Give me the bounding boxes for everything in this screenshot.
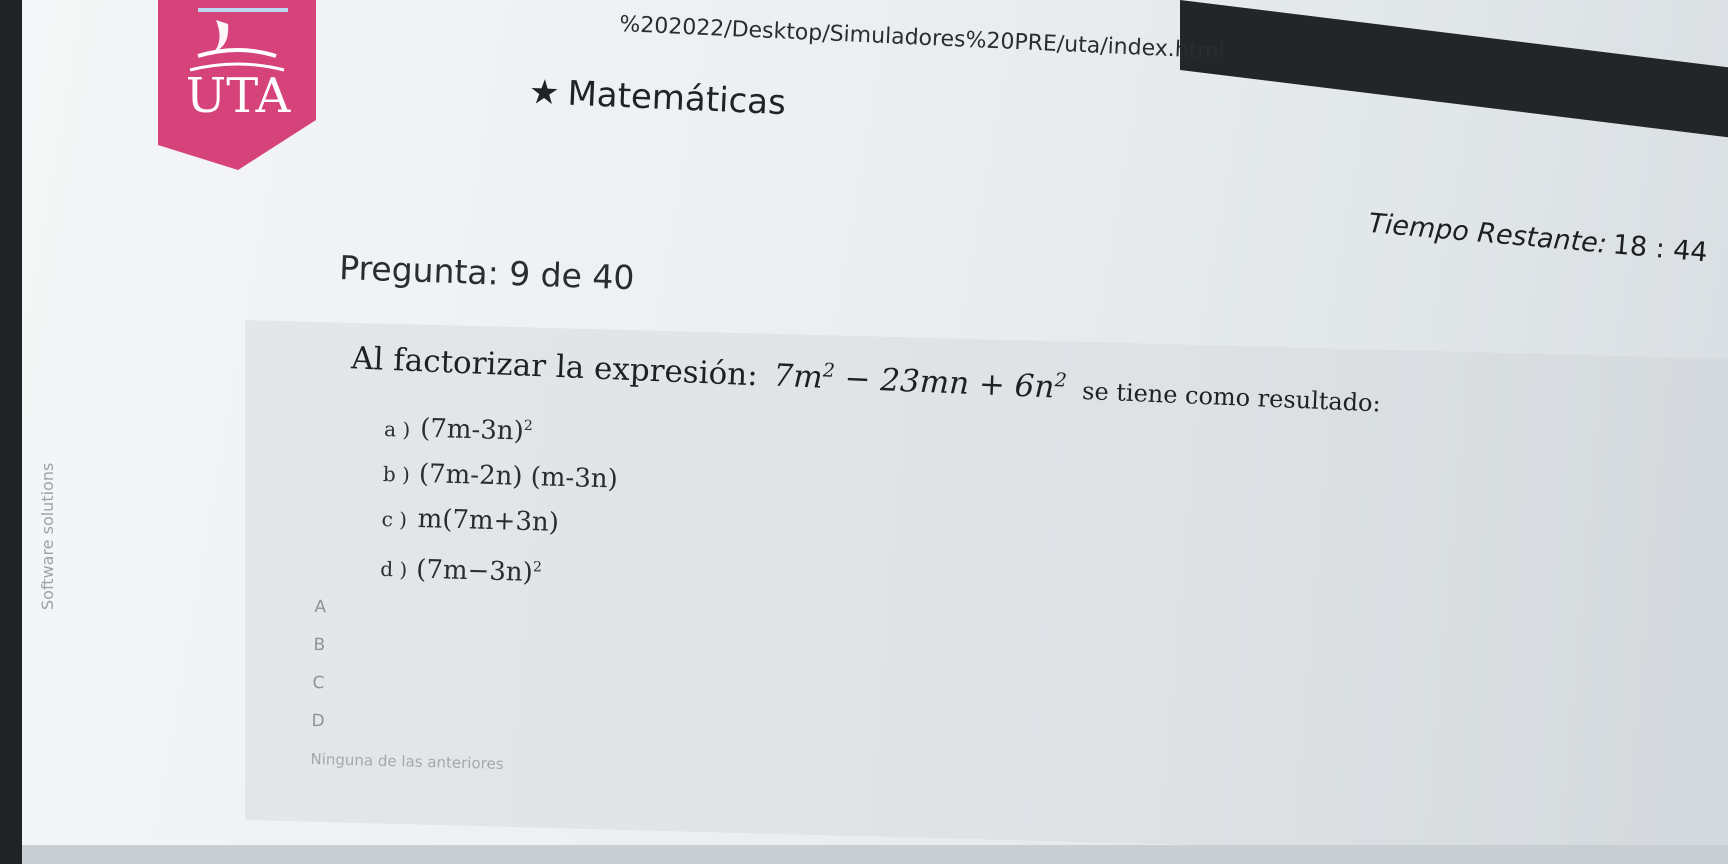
uta-logo: UTA	[158, 0, 316, 170]
option-c: c ) m(7m+3n)	[381, 503, 560, 538]
choice-b[interactable]: B	[313, 626, 507, 669]
option-d: d ) (7m−3n)2	[379, 554, 543, 588]
choice-a[interactable]: A	[314, 588, 508, 631]
choice-none[interactable]: Ninguna de las anteriores	[310, 740, 504, 783]
side-label: Software solutions	[38, 462, 57, 610]
star-icon: ★	[528, 72, 561, 114]
option-b: b ) (7m-2n) (m-3n)	[382, 458, 619, 495]
answer-options: a ) (7m-3n)2 b ) (7m-2n) (m-3n) c ) m(7m+3n…	[380, 400, 620, 598]
monitor-bezel	[0, 0, 22, 864]
answer-choices: A B C D Ninguna de las anteriores	[310, 588, 508, 783]
option-a: a ) (7m-3n)2	[383, 413, 534, 447]
bottom-strip	[22, 845, 1728, 864]
choice-c[interactable]: C	[312, 664, 506, 707]
logo-text: UTA	[186, 68, 292, 124]
choice-d[interactable]: D	[311, 702, 505, 745]
